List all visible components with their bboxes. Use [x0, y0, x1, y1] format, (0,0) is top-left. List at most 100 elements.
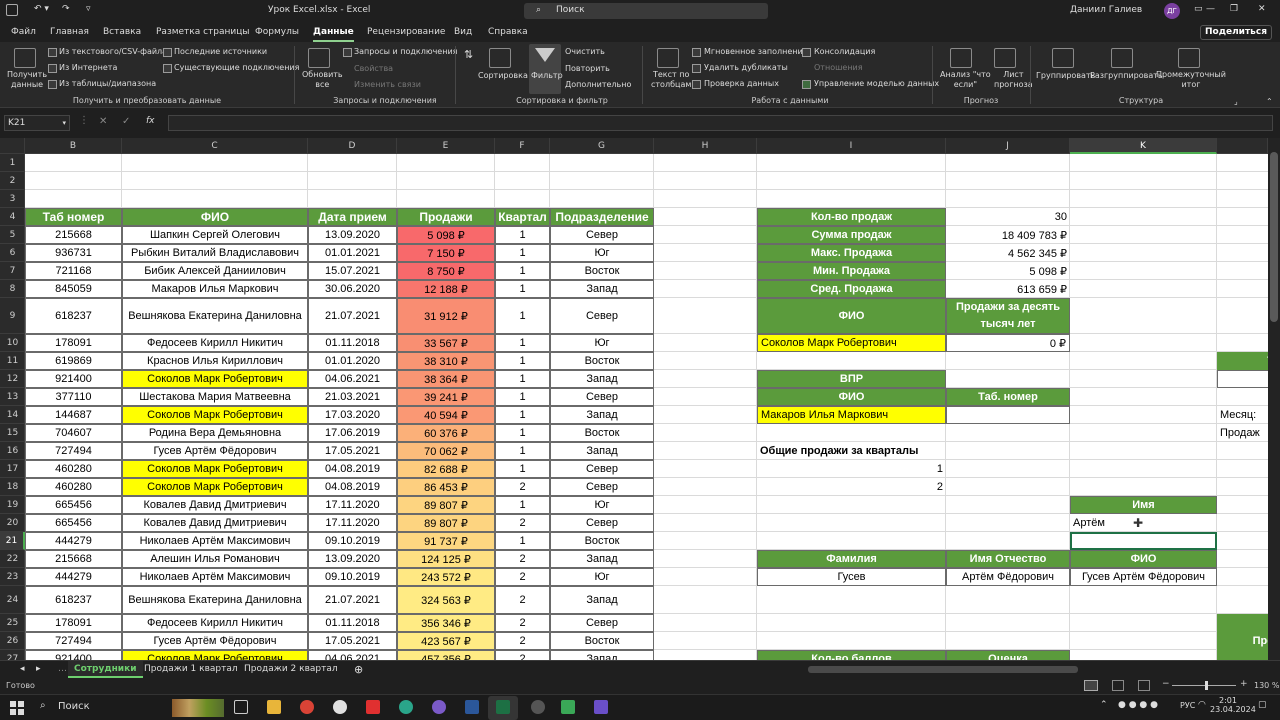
row-header[interactable]: 3: [0, 190, 25, 208]
edit-links-button[interactable]: Изменить связи: [354, 80, 421, 90]
maximize-icon[interactable]: ❐: [1230, 4, 1238, 14]
customize-qat-icon[interactable]: ▿: [86, 4, 91, 14]
table-cell-division[interactable]: Север: [550, 460, 654, 478]
avatar[interactable]: ДГ: [1164, 3, 1180, 19]
menu-formulas[interactable]: Формулы: [255, 22, 299, 42]
clear-filter-button[interactable]: Очистить: [565, 47, 605, 57]
table-cell-date[interactable]: 01.11.2018: [308, 334, 397, 352]
concat-header-surname[interactable]: Фамилия: [757, 550, 946, 568]
column-header-f[interactable]: F: [495, 138, 550, 154]
offscreen-header[interactable]: Т: [1217, 352, 1268, 370]
table-cell-division[interactable]: Юг: [550, 568, 654, 586]
cancel-icon[interactable]: ✕: [99, 116, 107, 127]
forecast-sheet-icon[interactable]: [994, 48, 1016, 68]
row-header[interactable]: 18: [0, 478, 25, 496]
table-cell-division[interactable]: Юг: [550, 496, 654, 514]
name-value[interactable]: Артём: [1070, 514, 1217, 532]
stats-value[interactable]: 18 409 783 ₽: [946, 226, 1070, 244]
table-cell-date[interactable]: 04.08.2019: [308, 478, 397, 496]
table-cell-date[interactable]: 13.09.2020: [308, 226, 397, 244]
excel-taskbar-button[interactable]: [488, 696, 518, 720]
stats-label[interactable]: Кол-во продаж: [757, 208, 946, 226]
table-cell-tab[interactable]: 921400: [25, 370, 122, 388]
row-header[interactable]: 11: [0, 352, 25, 370]
table-cell-sales[interactable]: 60 376 ₽: [397, 424, 495, 442]
table-cell-tab[interactable]: 144687: [25, 406, 122, 424]
row-header[interactable]: 20: [0, 514, 25, 532]
refresh-all-button[interactable]: Обновить все: [302, 70, 343, 90]
table-cell-fio[interactable]: Макаров Илья Маркович: [122, 280, 308, 298]
language-indicator[interactable]: РУС: [1180, 701, 1195, 710]
table-cell-date[interactable]: 04.06.2021: [308, 370, 397, 388]
table-cell-quarter[interactable]: 1: [495, 442, 550, 460]
row-header[interactable]: 25: [0, 614, 25, 632]
concat-surname[interactable]: Гусев: [757, 568, 946, 586]
existing-connections-button[interactable]: Существующие подключения: [174, 63, 299, 73]
concat-names[interactable]: Артём Фёдорович: [946, 568, 1070, 586]
what-if-button[interactable]: Анализ "что если": [940, 70, 991, 90]
name-header[interactable]: Имя: [1070, 496, 1217, 514]
stats-label[interactable]: Макс. Продажа: [757, 244, 946, 262]
table-cell-tab[interactable]: 618237: [25, 298, 122, 334]
table-cell-division[interactable]: Север: [550, 514, 654, 532]
table-header-cell[interactable]: Квартал: [495, 208, 550, 226]
vpr-name-input[interactable]: Макаров Илья Маркович: [757, 406, 946, 424]
table-cell-sales[interactable]: 38 310 ₽: [397, 352, 495, 370]
table-cell-tab[interactable]: 665456: [25, 514, 122, 532]
table-cell-date[interactable]: 15.07.2021: [308, 262, 397, 280]
table-cell-division[interactable]: Юг: [550, 244, 654, 262]
stats-label[interactable]: Мин. Продажа: [757, 262, 946, 280]
table-cell-division[interactable]: Восток: [550, 532, 654, 550]
row-header[interactable]: 17: [0, 460, 25, 478]
table-cell-date[interactable]: 30.06.2020: [308, 280, 397, 298]
table-cell-fio[interactable]: Вешнякова Екатерина Даниловна: [122, 298, 308, 334]
row-header[interactable]: 10: [0, 334, 25, 352]
table-cell-date[interactable]: 01.11.2018: [308, 614, 397, 632]
text-to-columns-icon[interactable]: [657, 48, 679, 68]
table-cell-quarter[interactable]: 2: [495, 514, 550, 532]
table-cell-sales[interactable]: 38 364 ₽: [397, 370, 495, 388]
menu-insert[interactable]: Вставка: [103, 22, 141, 42]
table-header-cell[interactable]: Таб номер: [25, 208, 122, 226]
menu-review[interactable]: Рецензирование: [367, 22, 445, 42]
vpr-title[interactable]: ВПР: [757, 370, 946, 388]
next-sheet-icon[interactable]: ▸: [36, 661, 41, 678]
taskbar-search-label[interactable]: Поиск: [58, 701, 90, 712]
dialog-launcher-icon[interactable]: ⌟: [1234, 97, 1238, 107]
table-cell-division[interactable]: Север: [550, 614, 654, 632]
tray-icons[interactable]: ● ● ● ●: [1118, 700, 1158, 710]
discord-icon[interactable]: [432, 700, 446, 714]
subtotal-button[interactable]: Промежуточный итог: [1156, 70, 1226, 90]
offscreen-sales-label[interactable]: Продаж: [1217, 424, 1268, 442]
grade-header[interactable]: Оценка: [946, 650, 1070, 660]
lookup-header-fio[interactable]: ФИО: [757, 298, 946, 334]
wifi-icon[interactable]: ◠: [1198, 700, 1206, 710]
table-cell-division[interactable]: Запад: [550, 280, 654, 298]
table-cell-date[interactable]: 21.07.2021: [308, 586, 397, 614]
formula-input[interactable]: [168, 115, 1273, 131]
select-all-corner[interactable]: [0, 138, 25, 154]
chatgpt-icon[interactable]: [399, 700, 413, 714]
table-cell-quarter[interactable]: 2: [495, 614, 550, 632]
table-cell-division[interactable]: Восток: [550, 352, 654, 370]
zoom-level[interactable]: 130 %: [1254, 681, 1279, 690]
tab-sales-q1[interactable]: Продажи 1 квартал: [144, 661, 238, 678]
table-cell-tab[interactable]: 721168: [25, 262, 122, 280]
table-cell-date[interactable]: 17.11.2020: [308, 496, 397, 514]
table-cell-fio[interactable]: Шестакова Мария Матвеевна: [122, 388, 308, 406]
menu-view[interactable]: Вид: [454, 22, 472, 42]
zoom-slider-thumb[interactable]: [1205, 681, 1208, 690]
column-header-l[interactable]: [1217, 138, 1268, 154]
table-header-cell[interactable]: Дата прием: [308, 208, 397, 226]
zoom-out-icon[interactable]: −: [1162, 679, 1170, 689]
table-cell-sales[interactable]: 89 807 ₽: [397, 514, 495, 532]
quarters-title[interactable]: Общие продажи за кварталы: [757, 442, 1070, 460]
table-cell-tab[interactable]: 936731: [25, 244, 122, 262]
table-cell-fio[interactable]: Соколов Марк Робертович: [122, 406, 308, 424]
table-cell-quarter[interactable]: 2: [495, 478, 550, 496]
table-cell-division[interactable]: Север: [550, 478, 654, 496]
stats-value[interactable]: 30: [946, 208, 1070, 226]
what-if-icon[interactable]: [950, 48, 972, 68]
worksheet-grid[interactable]: Таб номер ФИО Дата прием Продажи Квартал Подр…: [25, 154, 1268, 660]
minimize-icon[interactable]: —: [1206, 4, 1215, 14]
